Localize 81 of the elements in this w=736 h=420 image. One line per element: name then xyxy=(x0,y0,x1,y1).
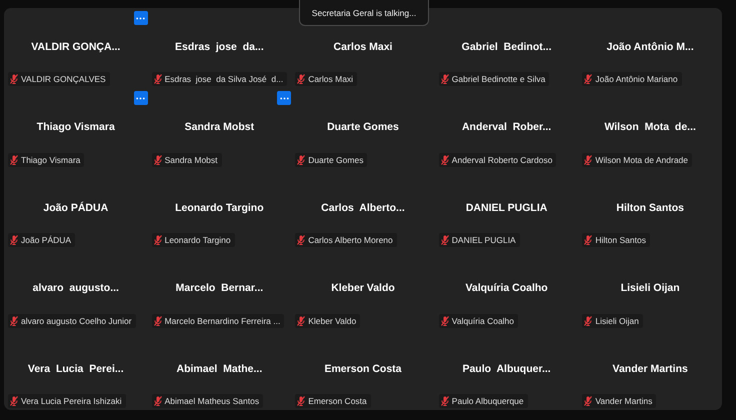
video-tile[interactable]: Carlos Alberto... Carlos Alberto Moreno xyxy=(291,168,435,250)
participant-label: Carlos Maxi xyxy=(308,74,354,84)
video-tile[interactable]: Sandra Mobst Sandra Mobst xyxy=(148,88,292,169)
more-button[interactable] xyxy=(134,91,148,106)
video-tile[interactable]: Thiago Vismara Thiago Vismara xyxy=(4,88,148,169)
video-tile[interactable]: Hilton Santos Hilton Santos xyxy=(578,168,722,250)
video-tile[interactable]: Gabriel Bedinot... Gabriel Bedinotte e Silva xyxy=(434,8,578,88)
participant-label: Marcelo Bernardino Ferreira ... xyxy=(164,316,280,326)
participant-label: Hilton Santos xyxy=(595,235,646,246)
participant-name: alvaro augusto... xyxy=(32,282,120,296)
more-icon xyxy=(136,96,146,100)
participant-name: Carlos Alberto... xyxy=(321,202,406,216)
participant-name: Carlos Maxi xyxy=(334,41,394,55)
participant-label: Emerson Costa xyxy=(308,396,367,406)
participant-name: Vander Martins xyxy=(612,362,689,377)
video-tile[interactable]: alvaro augusto... alvaro augusto Coelho Junior xyxy=(4,249,148,330)
participant-name: Abimael Mathe... xyxy=(176,362,264,377)
participant-label: Thiago Vismara xyxy=(21,154,80,165)
toast-text: Secretaria Geral is talking... xyxy=(312,8,416,18)
participant-name: Wilson Mota de... xyxy=(604,121,697,136)
video-tile[interactable]: João Antônio M... João Antônio Mariano xyxy=(578,8,722,88)
participant-name: João PÁDUA xyxy=(43,202,110,216)
participant-name: Duarte Gomes xyxy=(327,121,400,136)
more-icon xyxy=(136,16,146,20)
participant-label: Anderval Roberto Cardoso xyxy=(452,154,552,165)
more-button[interactable] xyxy=(277,91,292,106)
video-tile[interactable]: Wilson Mota de... Wilson Mota de Andrade xyxy=(578,88,722,169)
video-tile[interactable]: João PÁDUA João PÁDUA xyxy=(4,168,148,250)
participant-name: Kleber Valdo xyxy=(331,282,396,296)
participant-name: Paulo Albuquer... xyxy=(462,362,552,377)
video-tile[interactable]: Vander Martins Vander Martins xyxy=(578,330,722,410)
participant-name: VALDIR GONÇA... xyxy=(31,41,122,55)
participant-label: Sandra Mobst xyxy=(164,154,218,165)
more-icon xyxy=(280,96,289,100)
video-tile[interactable]: Paulo Albuquer... Paulo Albuquerque xyxy=(434,330,578,410)
participant-name: Valquíria Coalho xyxy=(465,282,549,296)
participant-label: Wilson Mota de Andrade xyxy=(595,154,688,165)
participant-label: Duarte Gomes xyxy=(308,154,364,165)
participant-name: Sandra Mobst xyxy=(184,121,256,136)
participant-name: Esdras jose da... xyxy=(175,41,265,55)
participant-label: Valquíria Coalho xyxy=(452,316,514,326)
participant-label: Leonardo Targino xyxy=(164,235,231,246)
participant-name: Anderval Rober... xyxy=(462,121,552,136)
video-tile[interactable]: Abimael Mathe... Abimael Matheus Santos xyxy=(148,330,292,410)
participant-label: Paulo Albuquerque xyxy=(452,396,524,406)
participant-label: Kleber Valdo xyxy=(308,316,356,326)
participant-label: VALDIR GONÇALVES xyxy=(21,74,106,84)
video-tile[interactable]: Valquíria Coalho Valquíria Coalho xyxy=(434,249,578,330)
video-tile[interactable]: Anderval Rober... Anderval Roberto Cardoso xyxy=(434,88,578,169)
participant-name: DANIEL PUGLIA xyxy=(466,202,548,216)
participant-label: Lisieli Oijan xyxy=(595,316,639,326)
video-tile[interactable]: Esdras jose da... Esdras jose da Silva José d... xyxy=(148,8,292,88)
video-tile[interactable]: Vera Lucia Perei... Vera Lucia Pereira Ishizaki xyxy=(4,330,148,410)
participant-label: Gabriel Bedinotte e Silva xyxy=(452,74,546,84)
participant-label: João PÁDUA xyxy=(21,235,72,246)
participant-label: Abimael Matheus Santos xyxy=(164,396,260,406)
video-tile[interactable]: DANIEL PUGLIA DANIEL PUGLIA xyxy=(434,168,578,250)
participant-label: Vera Lucia Pereira Ishizaki xyxy=(21,396,122,406)
participant-name: Vera Lucia Perei... xyxy=(28,362,125,377)
video-tile[interactable]: Emerson Costa Emerson Costa xyxy=(291,330,435,410)
video-tile[interactable]: Lisieli Oijan Lisieli Oijan xyxy=(578,249,722,330)
participant-label: alvaro augusto Coelho Junior xyxy=(21,316,132,326)
participant-label: DANIEL PUGLIA xyxy=(452,235,516,246)
video-tile[interactable]: Marcelo Bernar... Marcelo Bernardino Ferreira ... xyxy=(148,249,292,330)
participant-label: Esdras jose da Silva José d... xyxy=(164,74,284,84)
participant-label: Carlos Alberto Moreno xyxy=(308,235,393,246)
participant-name: Thiago Vismara xyxy=(36,121,116,136)
video-tile[interactable]: Duarte Gomes Duarte Gomes xyxy=(291,88,435,169)
participant-name: Lisieli Oijan xyxy=(620,282,681,296)
participant-name: Leonardo Targino xyxy=(175,202,265,216)
participant-label: Vander Martins xyxy=(595,396,652,406)
video-tile[interactable]: VALDIR GONÇA... VALDIR GONÇALVES xyxy=(4,8,148,88)
more-button[interactable] xyxy=(134,11,148,25)
participant-name: Hilton Santos xyxy=(616,202,686,216)
video-tile[interactable]: Kleber Valdo Kleber Valdo xyxy=(291,249,435,330)
participant-label: João Antônio Mariano xyxy=(595,74,678,84)
participant-name: João Antônio M... xyxy=(606,41,695,55)
video-tile[interactable]: Leonardo Targino Leonardo Targino xyxy=(148,168,292,250)
participant-name: Emerson Costa xyxy=(324,362,402,377)
participant-name: Gabriel Bedinot... xyxy=(462,41,553,55)
participant-name: Marcelo Bernar... xyxy=(176,282,264,296)
